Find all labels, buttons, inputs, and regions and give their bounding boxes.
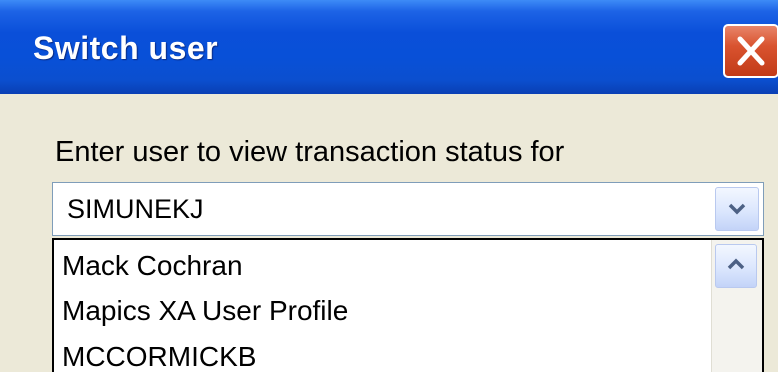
list-item[interactable]: Mack Cochran: [62, 250, 243, 282]
list-item[interactable]: Mapics XA User Profile: [62, 295, 348, 327]
title-bar[interactable]: Switch user: [0, 0, 778, 94]
close-icon: [737, 36, 765, 66]
chevron-up-icon: [727, 258, 745, 270]
close-button[interactable]: [723, 24, 778, 78]
switch-user-dialog: Switch user Enter user to view transacti…: [0, 0, 778, 372]
prompt-label: Enter user to view transaction status fo…: [55, 136, 565, 168]
selected-user-value[interactable]: SIMUNEKJ: [67, 194, 204, 225]
user-combobox[interactable]: SIMUNEKJ: [52, 182, 764, 236]
chevron-down-icon: [728, 203, 746, 215]
dialog-title: Switch user: [33, 30, 219, 66]
list-item[interactable]: MCCORMICKB: [62, 341, 256, 372]
scroll-up-button[interactable]: [715, 244, 757, 288]
vertical-scrollbar[interactable]: [711, 240, 762, 372]
dropdown-button[interactable]: [715, 187, 759, 231]
user-dropdown-list[interactable]: Mack Cochran Mapics XA User Profile MCCO…: [52, 238, 764, 372]
